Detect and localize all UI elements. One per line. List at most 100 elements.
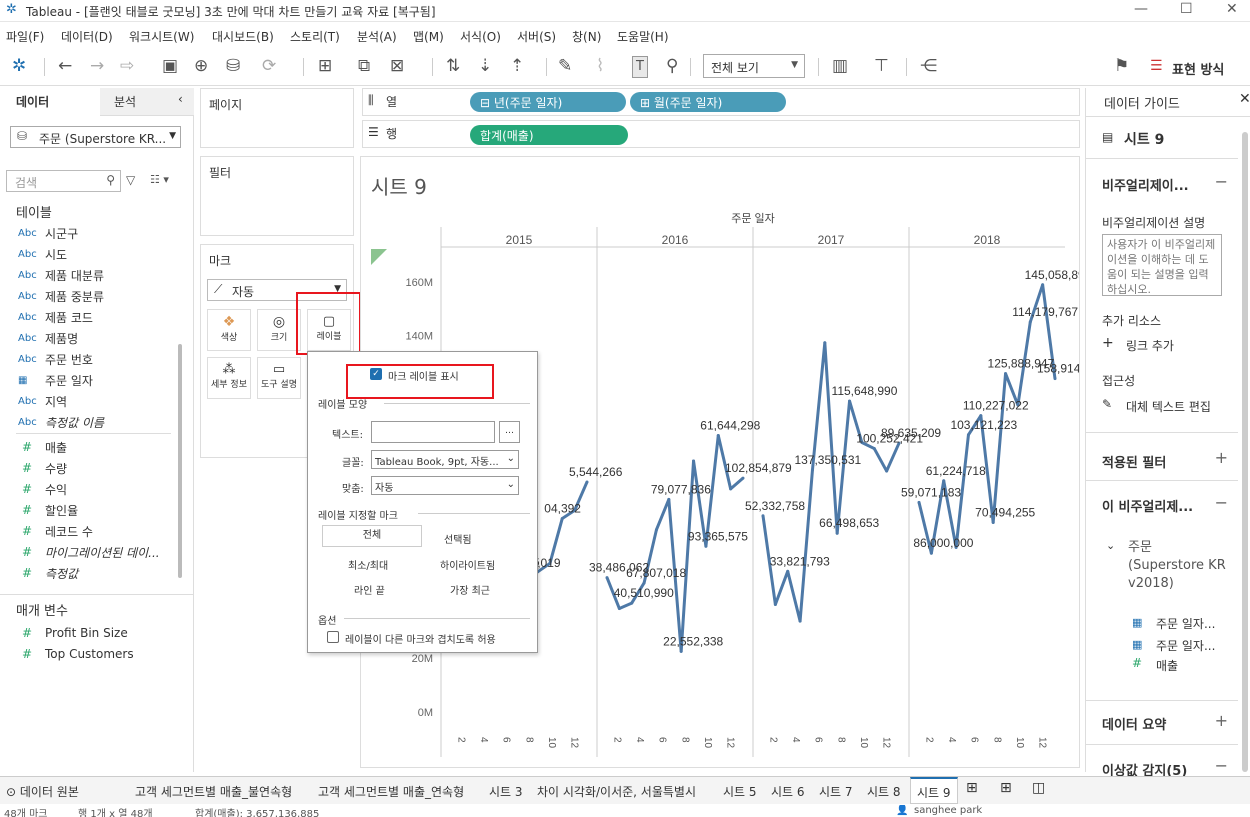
collapse-icon[interactable]: − [1215,172,1228,191]
replay-icon[interactable]: ⇨ [120,56,134,76]
data-point[interactable] [810,468,814,472]
menu-story[interactable]: 스토리(T) [290,28,340,45]
menu-server[interactable]: 서버(S) [517,28,556,45]
search-input[interactable]: 검색 ⚲ [6,170,121,192]
option-all[interactable]: 전체 [322,525,422,547]
refresh-icon[interactable]: ⟳ [262,56,276,76]
menu-map[interactable]: 맵(M) [413,28,444,45]
highlight-icon[interactable]: ✎ [558,56,572,76]
filters-card[interactable]: 필터 [200,156,354,236]
data-point[interactable] [716,434,720,438]
measure-field[interactable]: 수량 [45,460,67,477]
data-point[interactable] [1053,377,1057,381]
dimension-field[interactable]: 지역 [45,393,67,410]
data-point[interactable] [1004,372,1008,376]
dimension-field[interactable]: 주문 일자 [45,372,93,389]
tab-data[interactable]: 데이터 [0,88,100,116]
bar-chart-icon[interactable]: ▥ [832,56,848,76]
data-point[interactable] [729,487,733,491]
save-icon[interactable]: ▣ [162,56,178,76]
data-point[interactable] [630,601,634,605]
scrollbar[interactable] [1242,132,1248,772]
chevron-down-icon[interactable]: ⌄ [1106,539,1115,552]
datasource-select[interactable]: ⛁ 주문 (Superstore KR... ▼ [10,126,181,148]
pill-sum-sales[interactable]: 합계(매출) [470,125,628,145]
data-point[interactable] [942,479,946,483]
tableau-home-icon[interactable]: ✲ [12,56,26,76]
option-selected[interactable]: 선택됨 [444,531,472,546]
plus-icon[interactable]: + [1102,335,1114,351]
tab-analysis[interactable]: 분석 ‹ [100,88,194,116]
new-dashboard-icon[interactable]: ⊞ [1000,780,1012,796]
tab-sheet-2[interactable]: 고객 세그먼트별 매출_연속형 [318,783,464,800]
data-point[interactable] [617,607,621,611]
menu-file[interactable]: 파일(F) [6,28,44,45]
show-me-icon[interactable]: ☰ [1150,56,1163,76]
color-button[interactable]: ❖ 색상 [207,309,251,351]
dimension-field[interactable]: 시도 [45,246,67,263]
data-point[interactable] [560,516,564,520]
data-point[interactable] [872,447,876,451]
measure-field[interactable]: 매출 [45,439,67,456]
pin-icon[interactable]: ⚲ [666,56,678,76]
size-button[interactable]: ◎ 크기 [257,309,301,351]
applied-filters-header[interactable]: 적용된 필터 [1102,452,1166,471]
data-point[interactable] [692,459,696,463]
data-point[interactable] [1041,283,1045,287]
data-point[interactable] [605,576,609,580]
data-point[interactable] [786,569,790,573]
menu-window[interactable]: 창(N) [572,28,601,45]
tab-sheet-5[interactable]: 시트 5 [723,783,757,800]
pill-month-order-date[interactable]: ⊞ 월(주문 일자) [630,92,786,112]
data-point[interactable] [848,399,852,403]
option-line-ends[interactable]: 라인 끝 [354,582,385,597]
tab-sheet-4[interactable]: 차이 시각화/이서준, 서울특별시 [537,783,696,800]
parameter-field[interactable]: Profit Bin Size [45,626,128,640]
show-labels-icon[interactable]: T [632,56,648,78]
tab-sheet-3[interactable]: 시트 3 [489,783,523,800]
clear-sheet-icon[interactable]: ⊠ [390,56,404,76]
parameter-field[interactable]: Top Customers [45,647,134,661]
option-highlighted[interactable]: 하이라이트됨 [440,557,495,572]
datasource-icon[interactable]: ⛁ [226,56,240,76]
new-sheet-icon[interactable]: ⊞ [318,56,332,76]
sort-desc-icon[interactable]: ⇡ [510,56,524,76]
tab-sheet-7[interactable]: 시트 7 [819,783,853,800]
attach-icon[interactable]: ⌇ [596,56,604,76]
text-edit-button[interactable]: … [499,421,520,443]
status-user[interactable]: sanghee park [914,805,982,816]
option-min-max[interactable]: 최소/최대 [348,557,388,572]
filter-icon[interactable]: ▽ [126,173,135,187]
swap-icon[interactable]: ⇅ [446,56,460,76]
new-sheet-icon[interactable]: ⊞ [966,780,978,796]
duplicate-sheet-icon[interactable]: ⧉ [358,56,370,76]
menu-dashboard[interactable]: 대시보드(B) [212,28,274,45]
data-point[interactable] [704,544,708,548]
sort-asc-icon[interactable]: ⇣ [478,56,492,76]
viz-description-field[interactable]: 사용자가 이 비주얼리제이션을 이해하는 데 도움이 되는 설명을 입력하십시오… [1102,234,1222,296]
series-line-2016[interactable] [605,434,744,653]
menu-worksheet[interactable]: 워크시트(W) [129,28,194,45]
dimension-field[interactable]: 제품 코드 [45,309,93,326]
data-point[interactable] [773,602,777,606]
tooltip-button[interactable]: ▭ 도구 설명 [257,357,301,399]
data-point[interactable] [761,514,765,518]
new-datasource-icon[interactable]: ⊕ [194,56,208,76]
share-icon[interactable]: ⋲ [920,56,937,76]
measure-field[interactable]: 수익 [45,481,67,498]
alt-text-button[interactable]: 대체 텍스트 편집 [1126,398,1211,415]
close-icon[interactable]: ✕ [1226,1,1238,17]
plus-icon[interactable]: + [1215,448,1228,467]
data-point[interactable] [798,619,802,623]
data-point[interactable] [654,528,658,532]
tab-sheet-9[interactable]: 시트 9 [910,777,958,804]
pill-year-order-date[interactable]: ⊟ 년(주문 일자) [470,92,626,112]
dimension-field[interactable]: 시군구 [45,225,78,242]
data-point[interactable] [642,581,646,585]
minimize-icon[interactable]: — [1134,1,1148,17]
collapse-icon[interactable]: ‹ [178,92,183,106]
align-select[interactable]: 자동 ⌄ [371,476,519,495]
measure-field[interactable]: 레코드 수 [45,523,93,540]
add-link-button[interactable]: 링크 추가 [1126,337,1174,354]
data-point[interactable] [966,433,970,437]
